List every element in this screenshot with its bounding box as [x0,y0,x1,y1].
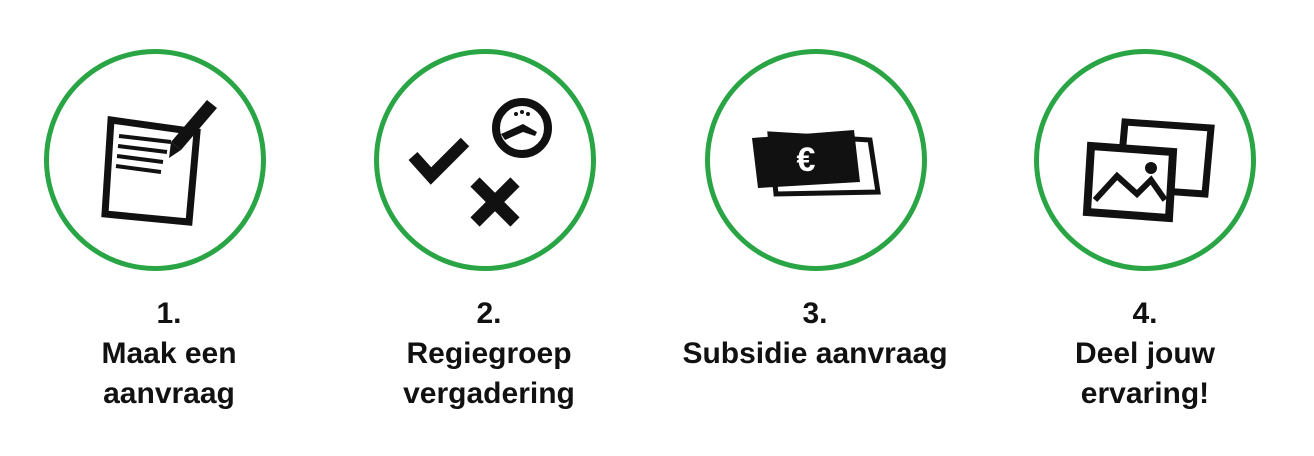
document-pen-icon [101,100,217,226]
step-title-line-1: Deel jouw [1074,337,1216,370]
step-title-line-2: ervaring! [1080,377,1210,410]
check-cross-clock-icon [408,98,552,227]
photos-icon [1082,118,1215,223]
step-number: 4. [1132,297,1158,330]
step-number: 2. [476,297,502,330]
step-3-circle: € [705,49,927,271]
step-1-label: 1. Maak een aanvraag [4,294,334,414]
step-1: 1. Maak een aanvraag [0,0,330,456]
step-number: 3. [802,297,828,330]
step-2: 2. Regiegroep vergadering [320,0,650,456]
step-4: 4. Deel jouw ervaring! [981,0,1311,456]
step-2-label: 2. Regiegroep vergadering [324,294,654,414]
step-3-label: 3. Subsidie aanvraag [650,294,980,374]
step-3: € 3. Subsidie aanvraag [651,0,981,456]
euro-banknotes-icon: € [752,130,881,197]
step-number: 1. [156,297,182,330]
step-title-line-1: Maak een [101,337,237,370]
step-2-circle [374,49,596,271]
step-4-label: 4. Deel jouw ervaring! [980,294,1310,414]
step-title-line-2: aanvraag [103,377,235,410]
step-4-circle [1034,49,1256,271]
step-title-line-1: Regiegroep [406,337,572,370]
step-title-line-1: Subsidie aanvraag [682,337,948,370]
step-1-circle [44,49,266,271]
svg-text:€: € [797,141,816,179]
step-title-line-2: vergadering [403,377,575,410]
